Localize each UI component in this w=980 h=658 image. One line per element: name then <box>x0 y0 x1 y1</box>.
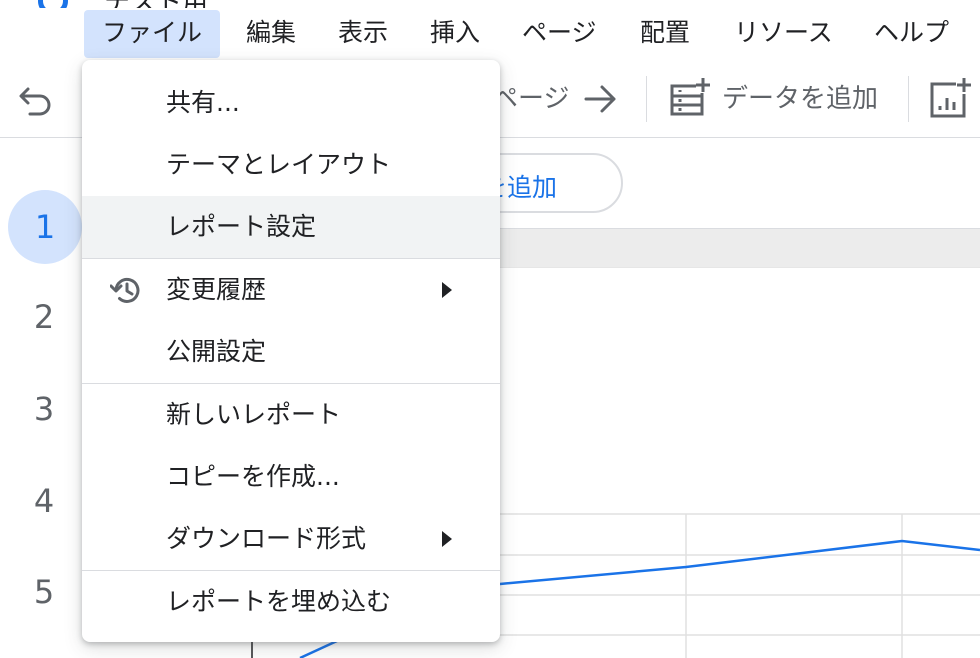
page-thumb-2[interactable]: 2 <box>0 298 88 336</box>
menu-resource[interactable]: リソース <box>716 10 851 58</box>
page-thumb-4[interactable]: 4 <box>0 482 88 520</box>
looker-studio-logo-icon[interactable] <box>38 0 68 8</box>
add-data-button[interactable]: データを追加 <box>722 78 878 115</box>
history-icon <box>110 277 140 303</box>
menu-page[interactable]: ページ <box>504 10 615 58</box>
toolbar-divider <box>908 76 909 122</box>
add-data-icon[interactable] <box>668 76 712 120</box>
page-thumb-5[interactable]: 5 <box>0 573 88 611</box>
report-title[interactable]: テスト用 <box>104 0 208 8</box>
menu-item-label: 変更履歴 <box>166 275 267 304</box>
add-chart-icon[interactable] <box>928 76 972 120</box>
menu-item-label: 公開設定 <box>166 337 267 366</box>
page-thumb-1[interactable]: 1 <box>8 190 82 264</box>
menu-help[interactable]: ヘルプ <box>856 10 967 58</box>
menu-bar: ファイル 編集 表示 挿入 ページ 配置 リソース ヘルプ <box>0 10 980 58</box>
menu-item-new-report[interactable]: 新しいレポート <box>82 384 500 446</box>
menu-item-version-history[interactable]: 変更履歴 <box>82 259 500 321</box>
menu-edit[interactable]: 編集 <box>228 10 314 58</box>
menu-item-theme-layout[interactable]: テーマとレイアウト <box>82 134 500 196</box>
undo-icon[interactable] <box>18 82 56 116</box>
menu-item-label: テーマとレイアウト <box>166 150 392 179</box>
submenu-arrow-icon <box>442 531 452 547</box>
title-strip: テスト用 <box>0 0 980 8</box>
menu-item-make-copy[interactable]: コピーを作成... <box>82 446 500 508</box>
next-page-label[interactable]: ページ <box>492 78 569 115</box>
menu-item-download-as[interactable]: ダウンロード形式 <box>82 508 500 570</box>
menu-item-label: レポート設定 <box>166 212 317 241</box>
menu-item-label: 共有... <box>166 88 240 117</box>
menu-item-label: レポートを埋め込む <box>166 587 392 616</box>
menu-item-publish-settings[interactable]: 公開設定 <box>82 321 500 383</box>
menu-file[interactable]: ファイル <box>84 10 221 58</box>
menu-insert[interactable]: 挿入 <box>412 10 498 58</box>
menu-item-share[interactable]: 共有... <box>82 72 500 134</box>
page-thumb-3[interactable]: 3 <box>0 390 88 428</box>
arrow-right-icon[interactable] <box>582 82 620 116</box>
menu-item-embed-report[interactable]: レポートを埋め込む <box>82 571 500 633</box>
menu-view[interactable]: 表示 <box>320 10 406 58</box>
menu-item-report-settings[interactable]: レポート設定 <box>82 196 500 258</box>
menu-item-label: 新しいレポート <box>166 400 342 429</box>
menu-arrange[interactable]: 配置 <box>622 10 708 58</box>
file-menu-dropdown: 共有... テーマとレイアウト レポート設定 変更履歴 公開設定 新しいレポート… <box>82 60 500 642</box>
menu-item-label: ダウンロード形式 <box>166 524 367 553</box>
submenu-arrow-icon <box>442 282 452 298</box>
toolbar-divider <box>646 76 647 122</box>
menu-item-label: コピーを作成... <box>166 462 340 491</box>
